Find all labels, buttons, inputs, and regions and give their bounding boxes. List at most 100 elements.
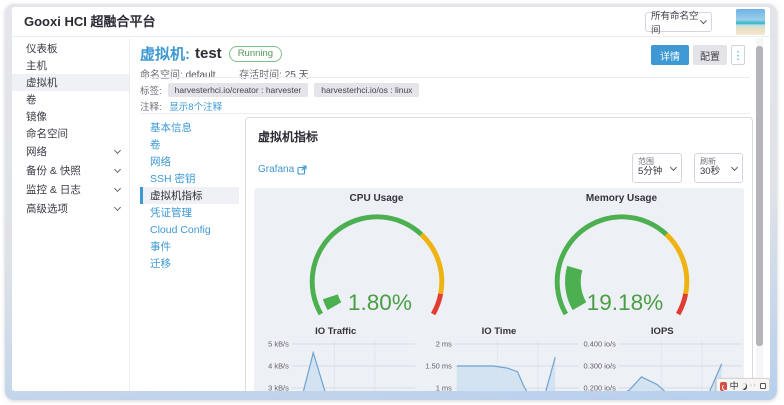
gauges-row: CPU Usage 1.80% Memory Usage 19.18% xyxy=(254,188,744,318)
sidebar-item-监控 & 日志[interactable]: 监控 & 日志 xyxy=(12,180,129,199)
tab-凭证管理[interactable]: 凭证管理 xyxy=(140,204,239,221)
charts-area: CPU Usage 1.80% Memory Usage 19.18% IO Traf… xyxy=(254,188,744,391)
resource-meta: 命名空间: default 存活时间: 25 天 xyxy=(140,66,309,81)
chevron-down-icon xyxy=(114,146,121,153)
metrics-panel-title: 虚拟机指标 xyxy=(258,128,318,145)
gauge-title: Memory Usage xyxy=(499,193,744,206)
sidebar-item-备份 & 快照[interactable]: 备份 & 快照 xyxy=(12,161,129,180)
tab-迁移[interactable]: 迁移 xyxy=(140,255,239,272)
ime-logo-icon[interactable] xyxy=(720,382,727,391)
sidebar-nav: 仪表板主机虚拟机卷镜像命名空间网络备份 & 快照监控 & 日志高级选项 xyxy=(12,38,130,391)
label-chip: harvesterhci.io/os : linux xyxy=(314,83,419,97)
annotations-label: 注释: xyxy=(140,102,162,113)
sidebar-item-label: 高级选项 xyxy=(26,201,68,216)
grafana-link[interactable]: Grafana xyxy=(258,164,307,175)
config-button[interactable]: 配置 xyxy=(693,45,727,65)
namespace-selector[interactable]: 所有命名空间 xyxy=(645,12,712,32)
app-title: Gooxi HCI 超融合平台 xyxy=(24,7,155,37)
sidebar-item-仪表板[interactable]: 仪表板 xyxy=(12,40,129,57)
scrollbar xyxy=(756,38,763,391)
app-window: Gooxi HCI 超融合平台 所有命名空间 仪表板主机虚拟机卷镜像命名空间网络… xyxy=(12,7,770,391)
resource-type-link[interactable]: 虚拟机: xyxy=(140,43,190,64)
sidebar-item-卷[interactable]: 卷 xyxy=(12,91,129,108)
tab-网络[interactable]: 网络 xyxy=(140,153,239,170)
sidebar-item-label: 虚拟机 xyxy=(26,75,58,90)
ime-toolbar[interactable]: 中 ·· xyxy=(716,378,770,391)
svg-text:4 kB/s: 4 kB/s xyxy=(268,361,289,370)
age-value: 25 天 xyxy=(285,70,309,81)
svg-text:3 kB/s: 3 kB/s xyxy=(268,383,289,391)
external-link-icon xyxy=(297,165,307,175)
ime-fullwidth-moon-icon[interactable] xyxy=(742,383,747,390)
annotations-row: 注释: 显示8个注释 xyxy=(140,99,222,113)
sidebar-item-label: 镜像 xyxy=(26,109,47,124)
namespace-label: 命名空间: xyxy=(140,70,183,81)
status-badge: Running xyxy=(229,46,282,62)
grafana-link-label: Grafana xyxy=(258,164,294,175)
scrollbar-thumb[interactable] xyxy=(756,46,763,346)
tab-SSH 密钥[interactable]: SSH 密钥 xyxy=(140,170,239,187)
chart-title: IO Traffic xyxy=(254,326,417,338)
more-actions-button[interactable]: ⋮ xyxy=(731,45,745,65)
svg-text:1.80%: 1.80% xyxy=(347,290,411,315)
chevron-down-icon xyxy=(114,184,121,191)
sidebar-item-主机[interactable]: 主机 xyxy=(12,57,129,74)
sidebar-item-label: 命名空间 xyxy=(26,126,68,141)
tab-卷[interactable]: 卷 xyxy=(140,136,239,153)
namespace-selector-value: 所有命名空间 xyxy=(651,8,701,36)
sidebar-item-镜像[interactable]: 镜像 xyxy=(12,108,129,125)
gauge-title: CPU Usage xyxy=(254,193,499,206)
cpu-usage-gauge: CPU Usage 1.80% xyxy=(254,193,499,318)
sidebar-item-label: 仪表板 xyxy=(26,41,58,56)
refresh-select[interactable]: 刷新 30秒 xyxy=(694,153,743,183)
ime-keyboard-icon[interactable] xyxy=(760,383,766,389)
sidebar-item-高级选项[interactable]: 高级选项 xyxy=(12,199,129,218)
memory-usage-gauge: Memory Usage 19.18% xyxy=(499,193,744,318)
age-label: 存活时间: xyxy=(239,70,282,81)
svg-text:19.18%: 19.18% xyxy=(586,290,663,315)
chevron-down-icon xyxy=(114,203,121,210)
range-select[interactable]: 范围 5分钟 xyxy=(632,153,682,183)
window-frame: Gooxi HCI 超融合平台 所有命名空间 仪表板主机虚拟机卷镜像命名空间网络… xyxy=(5,4,777,400)
svg-text:2 ms: 2 ms xyxy=(436,340,452,348)
ime-chinese-mode[interactable]: 中 xyxy=(730,379,739,391)
tab-事件[interactable]: 事件 xyxy=(140,238,239,255)
label-chips: harvesterhci.io/creator : harvester harve… xyxy=(162,85,420,96)
sidebar-item-命名空间[interactable]: 命名空间 xyxy=(12,125,129,142)
details-button[interactable]: 详情 xyxy=(651,45,689,65)
ime-punctuation-icon[interactable]: ·· xyxy=(750,381,757,391)
svg-text:5 kB/s: 5 kB/s xyxy=(268,340,289,348)
divider xyxy=(140,113,750,114)
metrics-panel: 虚拟机指标 Grafana 范围 5分钟 刷新 30秒 CPU Usage 1.8… xyxy=(245,117,753,391)
labels-row: 标签: harvesterhci.io/creator : harvesterh… xyxy=(140,83,419,97)
sidebar-item-label: 网络 xyxy=(26,144,47,159)
sidebar-item-label: 备份 & 快照 xyxy=(26,163,81,178)
user-avatar[interactable] xyxy=(736,9,765,35)
divider xyxy=(140,77,750,78)
svg-text:0.300 io/s: 0.300 io/s xyxy=(583,361,616,370)
chart-title: IO Time xyxy=(417,326,580,338)
svg-text:0.400 io/s: 0.400 io/s xyxy=(583,340,616,348)
svg-text:1.50 ms: 1.50 ms xyxy=(426,362,453,371)
label-chip: harvesterhci.io/creator : harvester xyxy=(168,83,309,97)
svg-text:1 ms: 1 ms xyxy=(436,384,452,391)
sidebar-item-label: 卷 xyxy=(26,92,37,107)
tab-Cloud Config[interactable]: Cloud Config xyxy=(140,221,239,238)
sidebar-item-label: 主机 xyxy=(26,58,47,73)
sidebar-item-网络[interactable]: 网络 xyxy=(12,142,129,161)
tab-基本信息[interactable]: 基本信息 xyxy=(140,119,239,136)
namespace-value: default xyxy=(186,70,216,81)
tab-虚拟机指标[interactable]: 虚拟机指标 xyxy=(140,187,239,204)
io-time-chart: IO Time 2 ms 1.50 ms 1 ms xyxy=(417,326,580,391)
sidebar-item-label: 监控 & 日志 xyxy=(26,182,81,197)
io-traffic-chart: IO Traffic 5 kB/s 4 kB/s 3 kB/s xyxy=(254,326,417,391)
range-select-label: 范围 xyxy=(638,157,676,166)
svg-text:0.200 io/s: 0.200 io/s xyxy=(583,383,616,391)
labels-label: 标签: xyxy=(140,83,162,97)
refresh-select-label: 刷新 xyxy=(700,157,737,166)
chevron-down-icon xyxy=(114,165,121,172)
sidebar-item-虚拟机[interactable]: 虚拟机 xyxy=(12,74,129,91)
resource-name: test xyxy=(195,45,222,62)
mini-charts-row: IO Traffic 5 kB/s 4 kB/s 3 kB/s IO Time 2 ms 1… xyxy=(254,326,744,391)
show-annotations-link[interactable]: 显示8个注释 xyxy=(169,102,222,113)
